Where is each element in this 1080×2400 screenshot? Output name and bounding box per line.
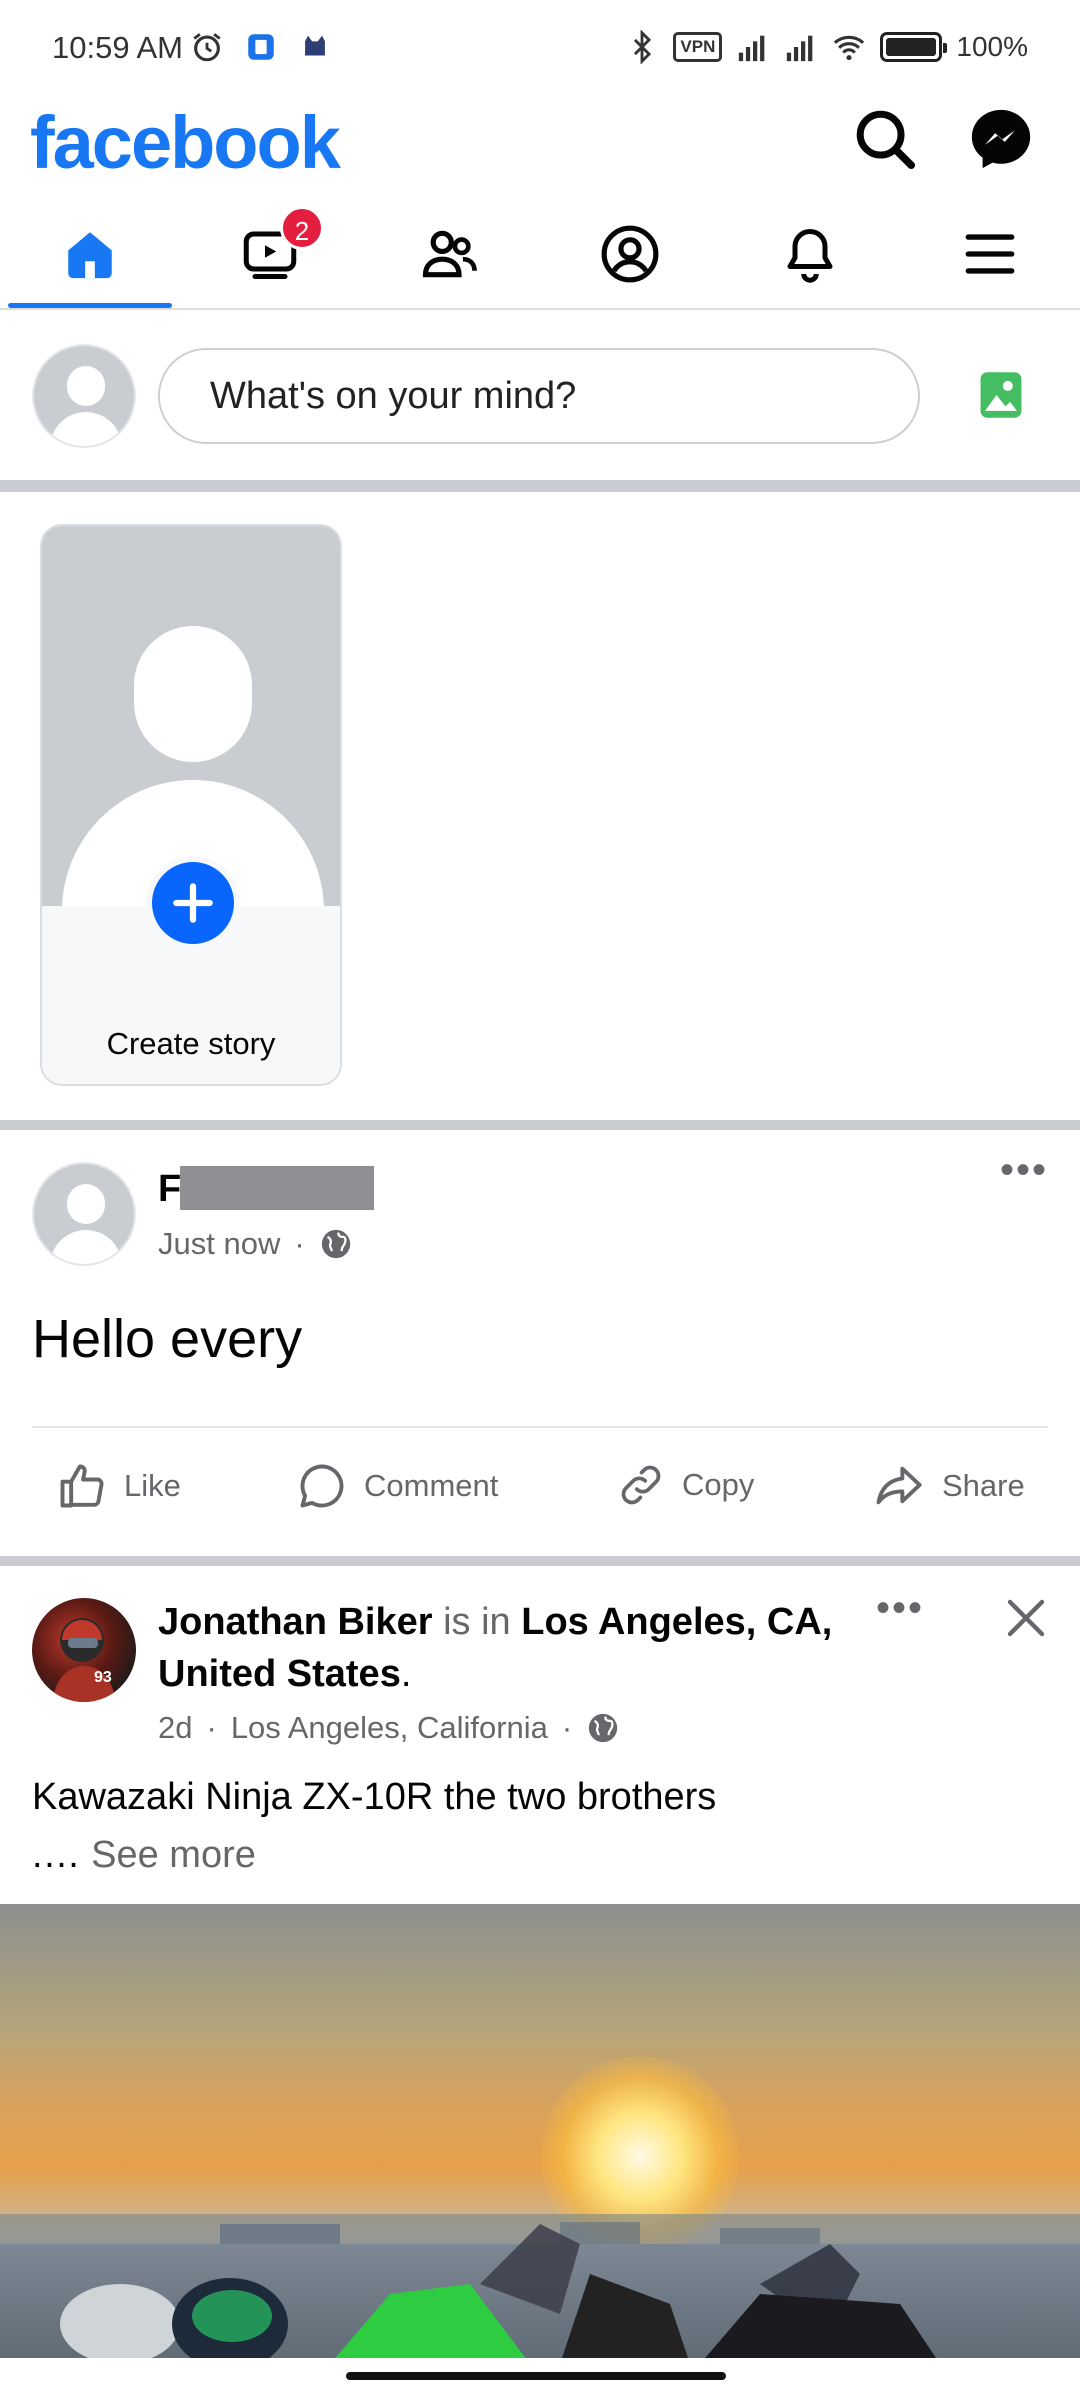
post-text: Kawazaki Ninja ZX-10R the two brothers bbox=[32, 1776, 717, 1818]
tab-notifications[interactable] bbox=[720, 200, 900, 308]
link-icon bbox=[621, 1465, 661, 1505]
meta-separator: · bbox=[561, 1710, 573, 1745]
comment-label: Comment bbox=[364, 1468, 499, 1503]
checkin-connector: is in bbox=[443, 1601, 511, 1643]
section-divider bbox=[0, 1556, 1080, 1566]
wifi-icon bbox=[834, 35, 865, 61]
signal-icon bbox=[739, 35, 765, 62]
create-story-label: Create story bbox=[106, 1026, 276, 1061]
copy-button[interactable]: Copy bbox=[616, 1460, 754, 1510]
facebook-logo: facebook bbox=[30, 101, 341, 184]
post-actions: Like Comment Copy Share bbox=[0, 1436, 1080, 1540]
post-text: Hello every bbox=[32, 1309, 303, 1369]
post-meta: 2d · Los Angeles, California · bbox=[158, 1710, 620, 1746]
post-time[interactable]: Just now bbox=[158, 1226, 280, 1262]
tab-video[interactable]: 2 bbox=[180, 200, 360, 308]
home-icon bbox=[68, 232, 112, 279]
like-label: Like bbox=[124, 1468, 181, 1503]
story-placeholder-image bbox=[42, 526, 340, 906]
tab-friends[interactable] bbox=[360, 200, 540, 308]
meta-separator: · bbox=[294, 1226, 305, 1261]
app-notification-icon bbox=[248, 34, 274, 60]
friends-icon bbox=[422, 230, 477, 278]
see-more-line: .… See more bbox=[32, 1834, 256, 1877]
post-author-avatar[interactable] bbox=[32, 1162, 136, 1266]
status-left-icons bbox=[190, 30, 332, 64]
whats-on-your-mind-input[interactable]: What's on your mind? bbox=[158, 348, 920, 444]
like-icon bbox=[60, 1464, 104, 1508]
more-options-icon[interactable]: ••• bbox=[876, 1586, 924, 1631]
header-period: . bbox=[400, 1653, 412, 1695]
globe-icon bbox=[321, 1229, 350, 1259]
see-more-link[interactable]: See more bbox=[91, 1834, 256, 1876]
post-place[interactable]: Los Angeles, California bbox=[231, 1710, 548, 1746]
share-icon bbox=[876, 1466, 922, 1505]
post-image[interactable] bbox=[0, 1904, 1080, 2358]
post-separator bbox=[32, 1426, 1048, 1428]
copy-label: Copy bbox=[682, 1467, 755, 1502]
post-author-avatar[interactable]: 93 bbox=[32, 1598, 136, 1702]
status-right-icons: VPN 100% bbox=[625, 30, 1028, 64]
battery-percent: 100% bbox=[956, 31, 1028, 62]
comment-icon bbox=[300, 1464, 344, 1508]
globe-icon bbox=[589, 1713, 618, 1743]
cat-icon bbox=[305, 35, 325, 56]
svg-text:93: 93 bbox=[94, 1669, 112, 1686]
alarm-icon bbox=[193, 33, 221, 62]
post-composer: What's on your mind? bbox=[0, 312, 1080, 480]
battery-icon bbox=[880, 32, 948, 62]
text-ellipsis: .… bbox=[32, 1834, 81, 1876]
video-badge: 2 bbox=[280, 206, 324, 250]
tab-menu[interactable] bbox=[900, 200, 1080, 308]
share-label: Share bbox=[942, 1468, 1025, 1503]
tab-profile[interactable] bbox=[540, 200, 720, 308]
home-indicator[interactable] bbox=[346, 2372, 726, 2380]
messenger-icon[interactable] bbox=[966, 104, 1036, 174]
photo-icon[interactable] bbox=[978, 370, 1024, 420]
more-options-icon[interactable]: ••• bbox=[1000, 1148, 1048, 1193]
status-bar: 10:59 AM VPN 100% bbox=[0, 0, 1080, 100]
menu-icon bbox=[965, 234, 1015, 274]
post-time[interactable]: 2d bbox=[158, 1710, 192, 1746]
post-author-name[interactable]: Jonathan Biker bbox=[158, 1601, 433, 1643]
post-meta: Just now · bbox=[158, 1226, 353, 1262]
status-time: 10:59 AM bbox=[52, 30, 183, 65]
tab-home[interactable] bbox=[0, 200, 180, 308]
post-header: Jonathan Biker is in Los Angeles, CA, Un… bbox=[158, 1596, 838, 1700]
create-story-card[interactable]: Create story bbox=[40, 524, 342, 1086]
section-divider bbox=[0, 1120, 1080, 1130]
bell-icon bbox=[787, 229, 833, 283]
bluetooth-icon bbox=[634, 30, 652, 64]
share-button[interactable]: Share bbox=[870, 1460, 1025, 1512]
section-divider bbox=[0, 480, 1080, 492]
signal-icon bbox=[787, 35, 813, 62]
like-button[interactable]: Like bbox=[56, 1460, 181, 1512]
app-header: facebook bbox=[0, 100, 1080, 200]
close-icon[interactable] bbox=[1002, 1594, 1050, 1642]
plus-icon[interactable] bbox=[146, 856, 240, 950]
search-icon[interactable] bbox=[850, 104, 920, 174]
avatar[interactable] bbox=[32, 344, 136, 448]
post-author-name[interactable]: F bbox=[158, 1168, 181, 1211]
nav-tabs: 2 bbox=[0, 200, 1080, 310]
redacted-name bbox=[180, 1166, 374, 1210]
comment-button[interactable]: Comment bbox=[296, 1460, 498, 1512]
vpn-badge: VPN bbox=[673, 32, 723, 62]
profile-icon bbox=[601, 225, 659, 283]
meta-separator: · bbox=[206, 1710, 217, 1745]
